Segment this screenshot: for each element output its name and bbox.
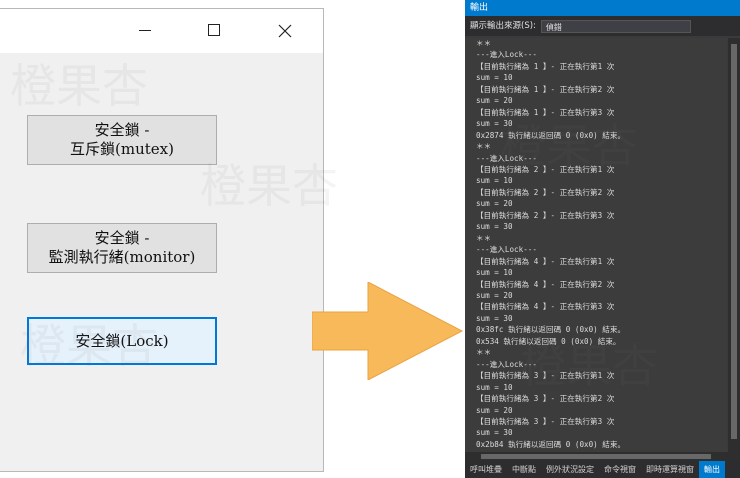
output-line: sum = 20 — [476, 199, 513, 209]
output-line: sum = 20 — [476, 405, 513, 415]
mutex-lock-button-line2: 互斥鎖(mutex) — [70, 140, 174, 158]
vertical-scrollbar-thumb[interactable] — [731, 44, 737, 439]
bottom-tab-bar: 呼叫堆疊 中斷點 例外狀況設定 命令視窗 即時運算視窗 輸出 — [465, 461, 740, 478]
monitor-lock-button-line1: 安全鎖 - — [94, 229, 150, 247]
output-line: ＊＊ — [476, 142, 492, 152]
horizontal-scrollbar[interactable] — [465, 452, 740, 461]
output-line: ＊＊ — [476, 39, 492, 48]
horizontal-scrollbar-thumb[interactable] — [481, 454, 711, 459]
output-line: 【目前執行緒為 2 】- 正在執行第3 次 — [476, 210, 615, 220]
tab-4[interactable]: 即時運算視窗 — [641, 461, 699, 478]
output-line: sum = 10 — [476, 73, 513, 83]
output-line: ---進入Lock--- — [476, 359, 537, 369]
output-line: sum = 10 — [476, 176, 513, 186]
output-line: 【目前執行緒為 2 】- 正在執行第1 次 — [476, 164, 615, 174]
output-line: ＊＊ — [476, 233, 492, 243]
output-line: 【目前執行緒為 1 】- 正在執行第1 次 — [476, 61, 615, 71]
output-line: 【目前執行緒為 3 】- 正在執行第3 次 — [476, 416, 615, 426]
output-line: sum = 30 — [476, 222, 513, 232]
form-window: 安全鎖 - 互斥鎖(mutex) 安全鎖 - 監測執行緒(monitor) 安全… — [0, 8, 324, 472]
output-line: 0x2874 執行緒以返回碼 0 (0x0) 結束。 — [476, 130, 626, 140]
output-line: 【目前執行緒為 1 】- 正在執行第3 次 — [476, 107, 615, 117]
output-line: ---進入Lock--- — [476, 245, 537, 255]
output-line: sum = 20 — [476, 96, 513, 106]
maximize-icon[interactable] — [192, 9, 238, 53]
output-line: ---進入Lock--- — [476, 153, 537, 163]
output-line: 【目前執行緒為 3 】- 正在執行第1 次 — [476, 371, 615, 381]
vertical-scrollbar[interactable] — [728, 38, 740, 452]
lock-button[interactable]: 安全鎖(Lock) — [27, 317, 217, 365]
output-text: ＊＊ ---進入Lock--- 【目前執行緒為 1 】- 正在執行第1 次 sum =… — [465, 38, 727, 452]
output-pane: 輸出 顯示輸出來源(S): 偵錯 ＊＊ ---進入Lock--- 【目前執行緒為 1… — [465, 0, 740, 478]
tab-3[interactable]: 命令視窗 — [599, 461, 641, 478]
monitor-lock-button-line2: 監測執行緒(monitor) — [48, 248, 196, 266]
output-pane-title: 輸出 — [465, 0, 740, 16]
output-line: 0x38fc 執行緒以返回碼 0 (0x0) 結束。 — [476, 325, 626, 335]
tab-0[interactable]: 呼叫堆疊 — [465, 461, 507, 478]
close-icon[interactable] — [262, 9, 308, 53]
output-line: 0x534 執行緒以返回碼 0 (0x0) 結束。 — [476, 336, 621, 346]
minimize-icon[interactable] — [122, 9, 168, 53]
window-title-bar — [0, 9, 323, 53]
right-arrow-icon — [312, 282, 464, 380]
output-line: 【目前執行緒為 2 】- 正在執行第2 次 — [476, 187, 615, 197]
tab-1[interactable]: 中斷點 — [507, 461, 541, 478]
output-line: sum = 30 — [476, 119, 513, 129]
output-line: 0x2b84 執行緒以返回碼 0 (0x0) 結束。 — [476, 439, 626, 449]
output-line: sum = 10 — [476, 268, 513, 278]
output-line: ---進入Lock--- — [476, 50, 537, 60]
output-line: 【目前執行緒為 4 】- 正在執行第3 次 — [476, 302, 615, 312]
mutex-lock-button[interactable]: 安全鎖 - 互斥鎖(mutex) — [27, 115, 217, 165]
output-line: sum = 10 — [476, 382, 513, 392]
output-line: sum = 30 — [476, 428, 513, 438]
output-source-label: 顯示輸出來源(S): — [470, 21, 536, 31]
output-line: 【目前執行緒為 4 】- 正在執行第2 次 — [476, 279, 615, 289]
mutex-lock-button-line1: 安全鎖 - — [94, 121, 150, 139]
tab-2[interactable]: 例外狀況設定 — [541, 461, 599, 478]
output-line: 【目前執行緒為 4 】- 正在執行第1 次 — [476, 256, 615, 266]
output-line: ＊＊ — [476, 348, 492, 358]
lock-button-label: 安全鎖(Lock) — [75, 331, 169, 350]
tab-5[interactable]: 輸出 — [699, 461, 725, 478]
output-line: sum = 20 — [476, 290, 513, 300]
output-line: sum = 30 — [476, 313, 513, 323]
output-toolbar: 顯示輸出來源(S): 偵錯 — [465, 16, 740, 36]
output-line: 【目前執行緒為 3 】- 正在執行第2 次 — [476, 394, 615, 404]
output-line: 【目前執行緒為 1 】- 正在執行第2 次 — [476, 84, 615, 94]
output-source-select[interactable]: 偵錯 — [540, 19, 691, 33]
monitor-lock-button[interactable]: 安全鎖 - 監測執行緒(monitor) — [27, 223, 217, 273]
